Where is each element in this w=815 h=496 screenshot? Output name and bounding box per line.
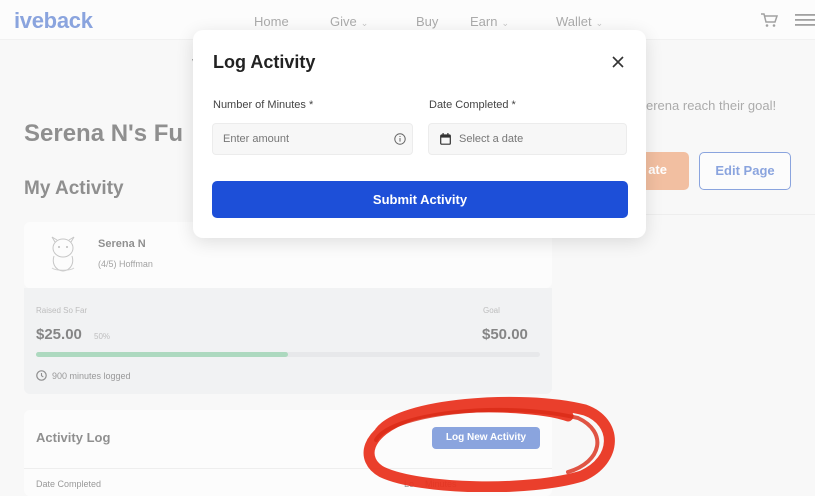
date-label: Date Completed * [429,99,516,111]
minutes-label: Number of Minutes * [213,99,314,111]
date-placeholder: Select a date [459,133,524,145]
annotation-circle [363,396,615,492]
info-icon[interactable] [394,133,406,145]
modal-title: Log Activity [213,52,316,72]
calendar-icon[interactable] [440,133,451,145]
minutes-input[interactable] [212,123,413,155]
close-icon[interactable] [611,55,625,69]
date-picker-input[interactable] [428,123,627,155]
log-activity-modal: Log Activity Number of Minutes * Date Co… [193,30,646,238]
submit-activity-button[interactable]: Submit Activity [212,181,628,218]
